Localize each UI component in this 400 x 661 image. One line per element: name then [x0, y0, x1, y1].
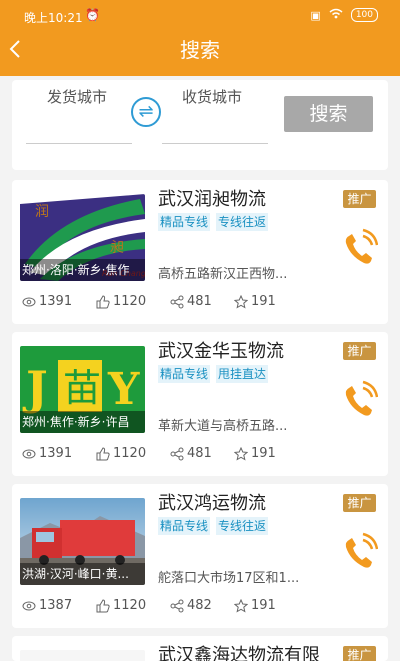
thumbs-up-icon — [96, 446, 110, 460]
tag-badge: 精品专线 — [158, 365, 211, 383]
search-button[interactable]: 搜索 — [284, 96, 373, 132]
route-cities-label: 洪湖·汉河·峰口·黄... — [20, 563, 145, 585]
thumbs-up-icon — [96, 598, 110, 612]
listing-card[interactable]: 润 昶 Run Chang 郑州·洛阳·新乡·焦作 武汉润昶物流 精品专线 专线… — [12, 180, 388, 324]
views-count: 1391 — [22, 294, 72, 309]
svg-text:苗: 苗 — [63, 366, 101, 410]
search-panel: 发货城市 ⇌ 收货城市 搜索 — [12, 80, 388, 170]
promoted-badge: 推广 — [343, 342, 376, 360]
svg-text:Y: Y — [107, 364, 140, 415]
sim-icon: ▣ — [310, 8, 321, 22]
route-cities-label: 郑州·焦作·新乡·许昌 — [20, 411, 145, 433]
tag-badge: 甩挂直达 — [216, 365, 269, 383]
likes-count[interactable]: 1120 — [96, 598, 146, 613]
phone-call-icon[interactable] — [342, 380, 379, 420]
views-count: 1391 — [22, 446, 72, 461]
company-address: 高桥五路新汉正西物... — [158, 267, 288, 282]
company-name: 武汉鑫海达物流有限 — [158, 645, 320, 661]
shares-count[interactable]: 482 — [170, 598, 212, 613]
eye-icon — [22, 449, 36, 458]
eye-icon — [22, 601, 36, 610]
company-name: 武汉鸿运物流 — [158, 493, 266, 514]
battery-icon: 100 — [350, 8, 378, 22]
listing-stats: 1391 1120 481 191 — [12, 444, 388, 466]
company-truck-image: 洪湖·汉河·峰口·黄... — [20, 498, 145, 585]
shares-count[interactable]: 481 — [170, 446, 212, 461]
star-icon — [234, 598, 248, 613]
status-time: 晚上10:21 — [24, 11, 83, 25]
share-icon — [170, 599, 184, 612]
company-name: 武汉润昶物流 — [158, 189, 266, 210]
tag-badge: 专线往返 — [216, 213, 269, 231]
from-city-underline — [26, 143, 132, 144]
thumbs-up-icon — [96, 294, 110, 308]
company-logo-image: J 苗 Y 郑州·焦作·新乡·许昌 — [20, 346, 145, 433]
company-address: 革新大道与高桥五路... — [158, 419, 288, 434]
star-icon — [234, 446, 248, 461]
share-icon — [170, 295, 184, 308]
route-cities-label: 郑州·洛阳·新乡·焦作 — [20, 259, 145, 281]
swap-cities-icon[interactable]: ⇌ — [131, 97, 161, 127]
tag-badge: 精品专线 — [158, 517, 211, 535]
status-icons: ▣ 100 — [310, 8, 378, 22]
star-icon — [234, 294, 248, 309]
share-icon — [170, 447, 184, 460]
company-logo-image — [20, 650, 145, 661]
listing-stats: 1387 1120 482 191 — [12, 596, 388, 618]
likes-count[interactable]: 1120 — [96, 294, 146, 309]
views-count: 1387 — [22, 598, 72, 613]
promoted-badge: 推广 — [343, 190, 376, 208]
tag-badge: 精品专线 — [158, 213, 211, 231]
svg-text:J: J — [22, 361, 48, 415]
listing-stats: 1391 1120 481 191 — [12, 292, 388, 314]
svg-text:昶: 昶 — [110, 240, 124, 256]
company-logo-image: 润 昶 Run Chang 郑州·洛阳·新乡·焦作 — [20, 194, 145, 281]
listing-card[interactable]: 洪湖·汉河·峰口·黄... 武汉鸿运物流 精品专线 专线往返 推广 舵落口大市场… — [12, 484, 388, 628]
promoted-badge: 推广 — [343, 646, 376, 661]
eye-icon — [22, 297, 36, 306]
favorites-count[interactable]: 191 — [234, 598, 276, 613]
to-city-underline — [162, 143, 268, 144]
wifi-icon — [329, 8, 343, 22]
status-bar: 晚上10:21 ⏰ ▣ 100 — [0, 0, 400, 32]
phone-call-icon[interactable] — [342, 532, 379, 572]
promoted-badge: 推广 — [343, 494, 376, 512]
favorites-count[interactable]: 191 — [234, 446, 276, 461]
shares-count[interactable]: 481 — [170, 294, 212, 309]
listing-card[interactable]: 武汉鑫海达物流有限 推广 — [12, 636, 388, 661]
company-name: 武汉金华玉物流 — [158, 341, 284, 362]
company-address: 舵落口大市场17区和1... — [158, 571, 300, 586]
listing-card[interactable]: J 苗 Y 郑州·焦作·新乡·许昌 武汉金华玉物流 精品专线 甩挂直达 推广 革… — [12, 332, 388, 476]
to-city-field[interactable]: 收货城市 — [182, 86, 242, 107]
svg-text:润: 润 — [35, 204, 49, 220]
from-city-field[interactable]: 发货城市 — [47, 86, 107, 107]
tag-badge: 专线往返 — [216, 517, 269, 535]
page-title: 搜索 — [180, 38, 220, 62]
app-header: 晚上10:21 ⏰ ▣ 100 搜索 — [0, 0, 400, 76]
favorites-count[interactable]: 191 — [234, 294, 276, 309]
alarm-icon: ⏰ — [85, 8, 100, 22]
likes-count[interactable]: 1120 — [96, 446, 146, 461]
phone-call-icon[interactable] — [342, 228, 379, 268]
